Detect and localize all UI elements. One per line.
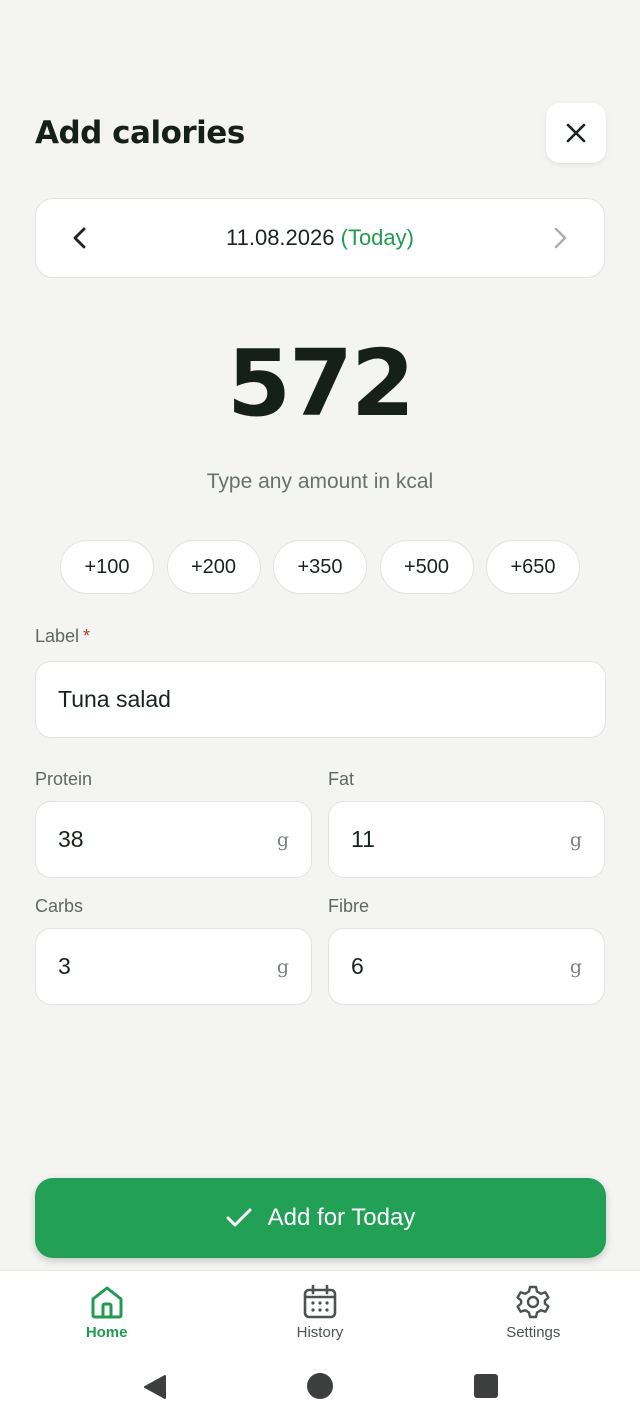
fibre-unit: g	[569, 955, 582, 978]
protein-unit: g	[276, 828, 289, 851]
protein-input[interactable]: 38 g	[35, 801, 312, 878]
carbs-label: Carbs	[35, 896, 84, 916]
fibre-value: 6	[351, 953, 364, 979]
calendar-icon	[303, 1284, 337, 1319]
system-home-button[interactable]	[305, 1371, 335, 1401]
date-selector: 11.08.2026 (Today)	[35, 198, 605, 278]
required-marker: *	[83, 626, 91, 646]
carbs-input[interactable]: 3 g	[35, 928, 312, 1005]
home-circle-icon	[307, 1373, 333, 1399]
quick-add-100-button[interactable]: +100	[60, 540, 154, 594]
chevron-right-icon	[554, 227, 567, 249]
nav-home[interactable]: Home	[37, 1284, 177, 1341]
nav-history[interactable]: History	[250, 1284, 390, 1341]
fat-label: Fat	[328, 769, 355, 789]
header: Add calories	[35, 103, 606, 163]
carbs-value: 3	[58, 953, 71, 979]
calorie-hint: Type any amount in kcal	[206, 470, 434, 493]
back-triangle-icon	[144, 1375, 166, 1399]
checkmark-icon	[226, 1208, 252, 1227]
system-navigation-bar	[0, 1354, 640, 1422]
carbs-unit: g	[276, 955, 289, 978]
add-for-today-label: Add for Today	[267, 1204, 416, 1231]
fat-value: 11	[351, 826, 375, 852]
system-back-button[interactable]	[140, 1372, 170, 1402]
quick-add-350-button[interactable]: +350	[273, 540, 367, 594]
close-icon	[566, 123, 586, 143]
next-day-button[interactable]	[544, 222, 576, 254]
system-recents-button[interactable]	[472, 1372, 500, 1400]
calorie-amount-input[interactable]: 572	[0, 330, 640, 437]
label-field-label: Label *	[35, 626, 90, 647]
fat-unit: g	[569, 828, 582, 851]
recents-square-icon	[474, 1374, 498, 1398]
chevron-left-icon	[73, 227, 86, 249]
label-input-value: Tuna salad	[58, 686, 171, 712]
nav-settings[interactable]: Settings	[463, 1284, 603, 1341]
nav-settings-label: Settings	[506, 1324, 561, 1341]
fibre-input[interactable]: 6 g	[328, 928, 605, 1005]
quick-add-200-button[interactable]: +200	[166, 540, 261, 594]
page-title: Add calories	[35, 115, 245, 151]
home-icon	[91, 1286, 123, 1319]
today-indicator: (Today)	[340, 225, 414, 250]
date-value: 11.08.2026	[226, 225, 335, 250]
quick-add-650-button[interactable]: +650	[486, 540, 580, 594]
protein-value: 38	[58, 826, 84, 852]
label-input[interactable]: Tuna salad	[35, 661, 606, 738]
protein-label: Protein	[35, 769, 93, 789]
gear-icon	[516, 1285, 550, 1319]
label-field-label-text: Label	[35, 626, 80, 646]
bottom-navigation: Home History Settings	[0, 1270, 640, 1354]
add-for-today-button[interactable]: Add for Today	[35, 1178, 606, 1258]
fat-input[interactable]: 11 g	[328, 801, 605, 878]
close-button[interactable]	[546, 103, 606, 163]
fibre-label: Fibre	[328, 896, 370, 916]
nav-home-label: Home	[85, 1324, 128, 1341]
nav-history-label: History	[296, 1324, 344, 1341]
selected-date: 11.08.2026 (Today)	[226, 225, 414, 251]
quick-add-row: +100 +200 +350 +500 +650	[60, 540, 580, 594]
previous-day-button[interactable]	[64, 222, 96, 254]
quick-add-500-button[interactable]: +500	[379, 540, 474, 594]
